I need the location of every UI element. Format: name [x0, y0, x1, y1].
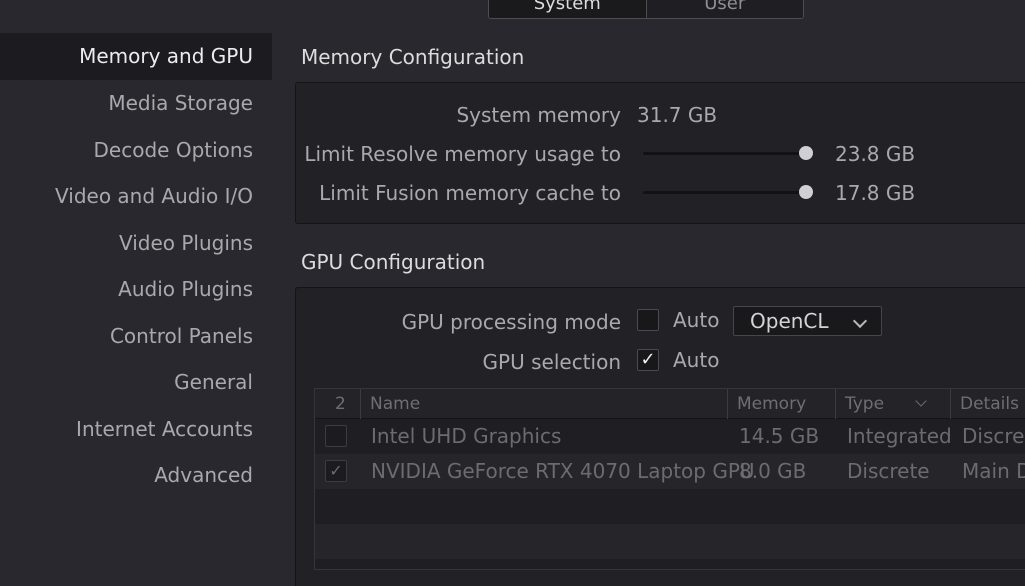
sidebar-item-memory-and-gpu[interactable]: Memory and GPU [0, 33, 272, 80]
sidebar-item-audio-plugins[interactable]: Audio Plugins [0, 266, 272, 313]
sidebar: Memory and GPU Media Storage Decode Opti… [0, 33, 272, 499]
table-row[interactable]: ✓ NVIDIA GeForce RTX 4070 Laptop GPU 8.0… [315, 454, 1025, 489]
tab-user[interactable]: User [646, 0, 803, 18]
system-memory-label: System memory [456, 103, 621, 127]
table-row-empty [315, 524, 1025, 559]
memory-section-title: Memory Configuration [301, 45, 525, 69]
row-type: Discrete [847, 459, 930, 483]
row-checkbox[interactable]: ✓ [325, 460, 347, 482]
sidebar-item-decode-options[interactable]: Decode Options [0, 127, 272, 174]
gpu-selection-label: GPU selection [482, 350, 621, 374]
fusion-memory-value: 17.8 GB [835, 181, 916, 205]
gpu-mode-dropdown-value: OpenCL [750, 309, 829, 333]
column-count: 2 [335, 394, 346, 414]
gpu-mode-auto-label: Auto [673, 308, 720, 332]
gpu-table: 2 Name Memory Type Details Intel UHD Gra… [314, 388, 1025, 570]
tab-system[interactable]: System [489, 0, 647, 18]
fusion-memory-slider[interactable] [643, 182, 813, 202]
resolve-memory-slider[interactable] [643, 143, 813, 163]
sidebar-item-video-audio-io[interactable]: Video and Audio I/O [0, 173, 272, 220]
resolve-memory-value: 23.8 GB [835, 142, 916, 166]
sidebar-item-internet-accounts[interactable]: Internet Accounts [0, 406, 272, 453]
sidebar-item-advanced[interactable]: Advanced [0, 452, 272, 499]
row-checkbox[interactable] [325, 425, 347, 447]
slider-track [643, 152, 813, 155]
sidebar-item-video-plugins[interactable]: Video Plugins [0, 220, 272, 267]
sidebar-item-general[interactable]: General [0, 359, 272, 406]
row-details: Main D [962, 459, 1025, 483]
slider-handle[interactable] [799, 185, 813, 199]
slider-track [643, 191, 813, 194]
gpu-mode-label: GPU processing mode [401, 310, 621, 334]
gpu-selection-auto-label: Auto [673, 348, 720, 372]
sidebar-item-control-panels[interactable]: Control Panels [0, 313, 272, 360]
gpu-selection-auto-checkbox[interactable]: ✓ [637, 349, 659, 371]
gpu-mode-auto-checkbox[interactable] [637, 309, 659, 331]
column-name[interactable]: Name [360, 389, 727, 419]
row-memory: 8.0 GB [739, 459, 807, 483]
preferences-tab-bar: System User [488, 0, 804, 19]
slider-handle[interactable] [799, 146, 813, 160]
gpu-section-title: GPU Configuration [301, 250, 486, 274]
resolve-memory-label: Limit Resolve memory usage to [304, 142, 621, 166]
column-type[interactable]: Type [835, 389, 950, 419]
chevron-down-icon [852, 313, 868, 329]
fusion-memory-label: Limit Fusion memory cache to [319, 181, 621, 205]
row-name: Intel UHD Graphics [371, 424, 562, 448]
row-memory: 14.5 GB [739, 424, 820, 448]
row-name: NVIDIA GeForce RTX 4070 Laptop GPU [371, 459, 755, 483]
table-row-empty [315, 489, 1025, 524]
gpu-mode-dropdown[interactable]: OpenCL [733, 306, 882, 336]
row-details: Discrete [962, 424, 1025, 448]
row-type: Integrated [847, 424, 952, 448]
table-row[interactable]: Intel UHD Graphics 14.5 GB Integrated Di… [315, 419, 1025, 454]
column-details[interactable]: Details [950, 389, 1025, 419]
sidebar-item-media-storage[interactable]: Media Storage [0, 80, 272, 127]
system-memory-value: 31.7 GB [637, 103, 718, 127]
column-memory[interactable]: Memory [727, 389, 835, 419]
